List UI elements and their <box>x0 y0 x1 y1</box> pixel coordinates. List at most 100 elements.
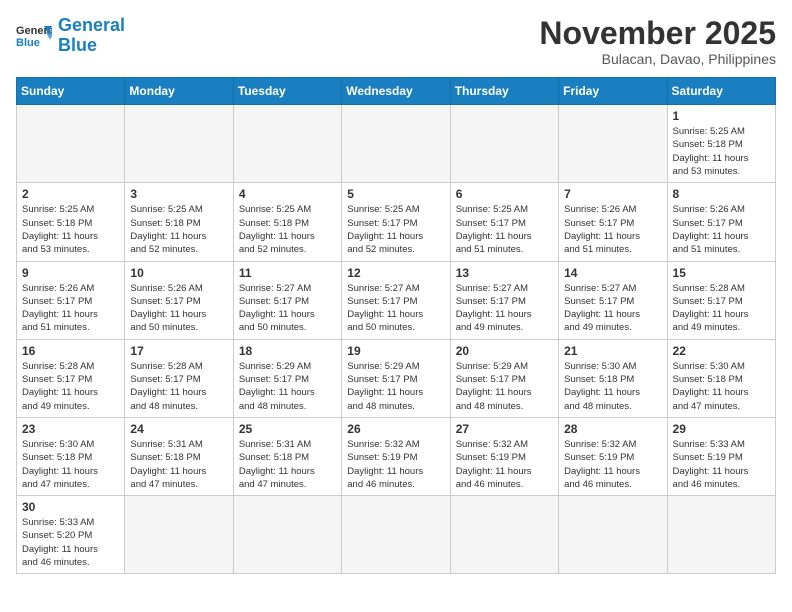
day-number: 22 <box>673 344 770 358</box>
calendar-week-4: 23 Sunrise: 5:30 AMSunset: 5:18 PMDayligh… <box>17 417 776 495</box>
page: General Blue GeneralBlue November 2025 B… <box>0 0 792 590</box>
calendar-cell: 4 Sunrise: 5:25 AMSunset: 5:18 PMDaylight… <box>233 183 341 261</box>
calendar-cell <box>667 496 775 574</box>
day-info: Sunrise: 5:32 AMSunset: 5:19 PMDaylight:… <box>347 438 444 491</box>
calendar-week-5: 30 Sunrise: 5:33 AMSunset: 5:20 PMDayligh… <box>17 496 776 574</box>
day-number: 9 <box>22 266 119 280</box>
calendar-cell: 8 Sunrise: 5:26 AMSunset: 5:17 PMDaylight… <box>667 183 775 261</box>
calendar-cell: 3 Sunrise: 5:25 AMSunset: 5:18 PMDaylight… <box>125 183 233 261</box>
day-number: 29 <box>673 422 770 436</box>
calendar-cell: 5 Sunrise: 5:25 AMSunset: 5:17 PMDaylight… <box>342 183 450 261</box>
logo-icon: General Blue <box>16 18 52 54</box>
day-number: 17 <box>130 344 227 358</box>
day-number: 8 <box>673 187 770 201</box>
calendar-cell: 29Sunrise: 5:33 AMSunset: 5:19 PMDayligh… <box>667 417 775 495</box>
calendar-cell <box>342 496 450 574</box>
calendar-cell <box>559 105 667 183</box>
calendar-header-row: Sunday Monday Tuesday Wednesday Thursday… <box>17 78 776 105</box>
calendar-cell: 19 Sunrise: 5:29 AMSunset: 5:17 PMDayligh… <box>342 339 450 417</box>
calendar-cell: 15Sunrise: 5:28 AMSunset: 5:17 PMDayligh… <box>667 261 775 339</box>
calendar-cell <box>125 496 233 574</box>
day-info: Sunrise: 5:28 AMSunset: 5:17 PMDaylight:… <box>22 360 119 413</box>
calendar-cell: 12Sunrise: 5:27 AMSunset: 5:17 PMDayligh… <box>342 261 450 339</box>
subtitle: Bulacan, Davao, Philippines <box>539 51 776 67</box>
day-info: Sunrise: 5:26 AMSunset: 5:17 PMDaylight:… <box>564 203 661 256</box>
calendar-cell: 17 Sunrise: 5:28 AMSunset: 5:17 PMDayligh… <box>125 339 233 417</box>
calendar-cell: 9 Sunrise: 5:26 AMSunset: 5:17 PMDaylight… <box>17 261 125 339</box>
day-number: 4 <box>239 187 336 201</box>
month-title: November 2025 <box>539 16 776 51</box>
calendar-cell: 10 Sunrise: 5:26 AMSunset: 5:17 PMDayligh… <box>125 261 233 339</box>
day-info: Sunrise: 5:27 AMSunset: 5:17 PMDaylight:… <box>456 282 553 335</box>
day-info: Sunrise: 5:30 AMSunset: 5:18 PMDaylight:… <box>564 360 661 413</box>
day-info: Sunrise: 5:27 AMSunset: 5:17 PMDaylight:… <box>564 282 661 335</box>
calendar-week-0: 1Sunrise: 5:25 AMSunset: 5:18 PMDaylight… <box>17 105 776 183</box>
calendar-cell: 18Sunrise: 5:29 AMSunset: 5:17 PMDayligh… <box>233 339 341 417</box>
day-info: Sunrise: 5:33 AMSunset: 5:20 PMDaylight:… <box>22 516 119 569</box>
day-number: 27 <box>456 422 553 436</box>
day-number: 12 <box>347 266 444 280</box>
day-info: Sunrise: 5:32 AMSunset: 5:19 PMDaylight:… <box>456 438 553 491</box>
day-info: Sunrise: 5:25 AMSunset: 5:18 PMDaylight:… <box>239 203 336 256</box>
day-number: 20 <box>456 344 553 358</box>
day-number: 16 <box>22 344 119 358</box>
day-number: 23 <box>22 422 119 436</box>
day-info: Sunrise: 5:26 AMSunset: 5:17 PMDaylight:… <box>22 282 119 335</box>
calendar-cell: 27 Sunrise: 5:32 AMSunset: 5:19 PMDayligh… <box>450 417 558 495</box>
calendar-cell <box>450 496 558 574</box>
calendar-cell: 14 Sunrise: 5:27 AMSunset: 5:17 PMDayligh… <box>559 261 667 339</box>
day-number: 24 <box>130 422 227 436</box>
day-number: 21 <box>564 344 661 358</box>
calendar-cell <box>233 496 341 574</box>
calendar-cell <box>125 105 233 183</box>
calendar-cell: 7Sunrise: 5:26 AMSunset: 5:17 PMDaylight… <box>559 183 667 261</box>
day-number: 30 <box>22 500 119 514</box>
calendar-cell: 6Sunrise: 5:25 AMSunset: 5:17 PMDaylight… <box>450 183 558 261</box>
day-info: Sunrise: 5:30 AMSunset: 5:18 PMDaylight:… <box>22 438 119 491</box>
day-number: 2 <box>22 187 119 201</box>
day-info: Sunrise: 5:26 AMSunset: 5:17 PMDaylight:… <box>130 282 227 335</box>
day-info: Sunrise: 5:25 AMSunset: 5:18 PMDaylight:… <box>673 125 770 178</box>
day-info: Sunrise: 5:25 AMSunset: 5:17 PMDaylight:… <box>347 203 444 256</box>
day-info: Sunrise: 5:28 AMSunset: 5:17 PMDaylight:… <box>130 360 227 413</box>
day-info: Sunrise: 5:26 AMSunset: 5:17 PMDaylight:… <box>673 203 770 256</box>
calendar-cell: 2Sunrise: 5:25 AMSunset: 5:18 PMDaylight… <box>17 183 125 261</box>
day-info: Sunrise: 5:27 AMSunset: 5:17 PMDaylight:… <box>239 282 336 335</box>
svg-text:Blue: Blue <box>16 37 40 49</box>
day-info: Sunrise: 5:29 AMSunset: 5:17 PMDaylight:… <box>456 360 553 413</box>
calendar-cell: 28 Sunrise: 5:32 AMSunset: 5:19 PMDayligh… <box>559 417 667 495</box>
calendar-cell: 23 Sunrise: 5:30 AMSunset: 5:18 PMDayligh… <box>17 417 125 495</box>
day-number: 25 <box>239 422 336 436</box>
header-wednesday: Wednesday <box>342 78 450 105</box>
day-number: 14 <box>564 266 661 280</box>
calendar-week-3: 16 Sunrise: 5:28 AMSunset: 5:17 PMDayligh… <box>17 339 776 417</box>
calendar-cell: 11Sunrise: 5:27 AMSunset: 5:17 PMDayligh… <box>233 261 341 339</box>
header-thursday: Thursday <box>450 78 558 105</box>
calendar-cell <box>450 105 558 183</box>
logo-text: GeneralBlue <box>58 16 125 56</box>
day-number: 5 <box>347 187 444 201</box>
day-number: 28 <box>564 422 661 436</box>
day-number: 10 <box>130 266 227 280</box>
calendar-cell <box>233 105 341 183</box>
day-info: Sunrise: 5:28 AMSunset: 5:17 PMDaylight:… <box>673 282 770 335</box>
header-tuesday: Tuesday <box>233 78 341 105</box>
header-sunday: Sunday <box>17 78 125 105</box>
calendar-cell: 30 Sunrise: 5:33 AMSunset: 5:20 PMDayligh… <box>17 496 125 574</box>
day-number: 19 <box>347 344 444 358</box>
day-info: Sunrise: 5:30 AMSunset: 5:18 PMDaylight:… <box>673 360 770 413</box>
header-friday: Friday <box>559 78 667 105</box>
calendar-week-1: 2 Sunrise: 5:25 AMSunset: 5:18 PMDaylight… <box>17 183 776 261</box>
title-block: November 2025 Bulacan, Davao, Philippine… <box>539 16 776 67</box>
calendar-cell: 21 Sunrise: 5:30 AMSunset: 5:18 PMDayligh… <box>559 339 667 417</box>
logo: General Blue GeneralBlue <box>16 16 125 56</box>
calendar-cell: 24Sunrise: 5:31 AMSunset: 5:18 PMDayligh… <box>125 417 233 495</box>
day-info: Sunrise: 5:25 AMSunset: 5:18 PMDaylight:… <box>130 203 227 256</box>
day-info: Sunrise: 5:32 AMSunset: 5:19 PMDaylight:… <box>564 438 661 491</box>
day-number: 3 <box>130 187 227 201</box>
calendar-cell: 1Sunrise: 5:25 AMSunset: 5:18 PMDaylight… <box>667 105 775 183</box>
day-info: Sunrise: 5:29 AMSunset: 5:17 PMDaylight:… <box>347 360 444 413</box>
day-number: 26 <box>347 422 444 436</box>
day-number: 18 <box>239 344 336 358</box>
calendar-cell: 26 Sunrise: 5:32 AMSunset: 5:19 PMDayligh… <box>342 417 450 495</box>
